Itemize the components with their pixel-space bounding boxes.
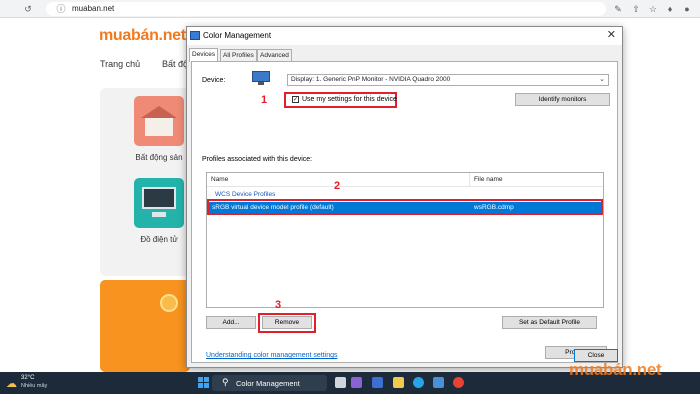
device-label: Device: <box>202 77 226 84</box>
chevron-down-icon: ⌄ <box>599 76 605 83</box>
dialog-title: Color Management <box>203 31 272 40</box>
teams-icon[interactable] <box>351 377 362 388</box>
color-management-icon <box>190 31 200 40</box>
nav-real-estate[interactable]: Bất độ <box>162 59 188 69</box>
edge-icon[interactable] <box>413 377 424 388</box>
use-my-settings-label: Use my settings for this device <box>302 96 397 103</box>
annotation-box-3 <box>258 313 316 333</box>
weather-temperature[interactable]: 32°C <box>21 375 34 381</box>
site-logo[interactable]: muabán.net <box>99 27 186 45</box>
translate-icon[interactable]: ✎ <box>612 3 624 15</box>
weather-description[interactable]: Nhiều mây <box>21 383 47 389</box>
house-icon[interactable] <box>134 96 184 146</box>
folder-icon[interactable] <box>393 377 404 388</box>
settings-icon[interactable] <box>372 377 383 388</box>
file-explorer-icon[interactable] <box>335 377 346 388</box>
annotation-number-2: 2 <box>334 180 341 192</box>
color-management-dialog: Color Management ✕ Devices All Profiles … <box>186 26 623 368</box>
taskbar-search-text: Color Management <box>236 379 300 388</box>
add-button[interactable]: Add... <box>206 316 256 329</box>
tab-all-profiles[interactable]: All Profiles <box>220 49 257 61</box>
watermark-logo: muabán.net <box>569 360 662 379</box>
profiles-list: Name File name WCS Device Profiles sRGB … <box>206 172 604 308</box>
site-info-icon[interactable]: ⓘ <box>55 3 67 15</box>
taskbar-search[interactable]: ⚲ Color Management <box>212 375 327 391</box>
url-text: muaban.net <box>72 4 115 13</box>
set-default-profile-button[interactable]: Set as Default Profile <box>502 316 597 329</box>
bookmark-icon[interactable]: ☆ <box>647 3 659 15</box>
use-my-settings-checkbox[interactable]: ✓ <box>292 96 299 103</box>
dialog-titlebar[interactable]: Color Management ✕ <box>187 27 622 45</box>
extensions-icon[interactable]: ♦ <box>664 3 676 15</box>
annotation-number-3: 3 <box>275 299 282 311</box>
browser-toolbar: ↺ ⓘ muaban.net ✎ ⇧ ☆ ♦ ● <box>0 0 700 18</box>
device-dropdown-value: Display: 1. Generic PnP Monitor - NVIDIA… <box>291 76 451 83</box>
tab-advanced[interactable]: Advanced <box>257 49 292 61</box>
annotation-box-2 <box>207 199 603 215</box>
identify-monitors-button[interactable]: Identify monitors <box>515 93 610 106</box>
share-icon[interactable]: ⇧ <box>630 3 642 15</box>
tab-devices[interactable]: Devices <box>189 48 219 62</box>
promo-banner[interactable] <box>100 280 190 372</box>
electronics-icon[interactable] <box>134 178 184 228</box>
chrome-icon[interactable] <box>453 377 464 388</box>
weather-icon[interactable]: ☁ <box>6 377 17 390</box>
monitor-icon <box>252 71 270 85</box>
search-icon: ⚲ <box>222 377 229 387</box>
close-icon[interactable]: ✕ <box>607 29 616 41</box>
understanding-color-management-link[interactable]: Understanding color management settings <box>206 352 338 359</box>
address-bar[interactable] <box>46 2 606 16</box>
annotation-number-1: 1 <box>261 94 268 106</box>
coin-icon <box>160 294 178 312</box>
wcs-group-header: WCS Device Profiles <box>215 191 276 198</box>
column-file-name[interactable]: File name <box>474 176 503 183</box>
nav-home[interactable]: Trang chủ <box>100 59 140 69</box>
column-name[interactable]: Name <box>211 176 228 183</box>
windows-start-icon[interactable] <box>198 377 209 388</box>
back-icon[interactable]: ↺ <box>22 3 34 15</box>
device-dropdown[interactable]: Display: 1. Generic PnP Monitor - NVIDIA… <box>287 74 609 86</box>
devices-panel: Device: Display: 1. Generic PnP Monitor … <box>191 61 618 363</box>
store-icon[interactable] <box>433 377 444 388</box>
profiles-label: Profiles associated with this device: <box>202 156 313 163</box>
list-header: Name File name <box>207 173 603 187</box>
profile-icon[interactable]: ● <box>681 3 693 15</box>
